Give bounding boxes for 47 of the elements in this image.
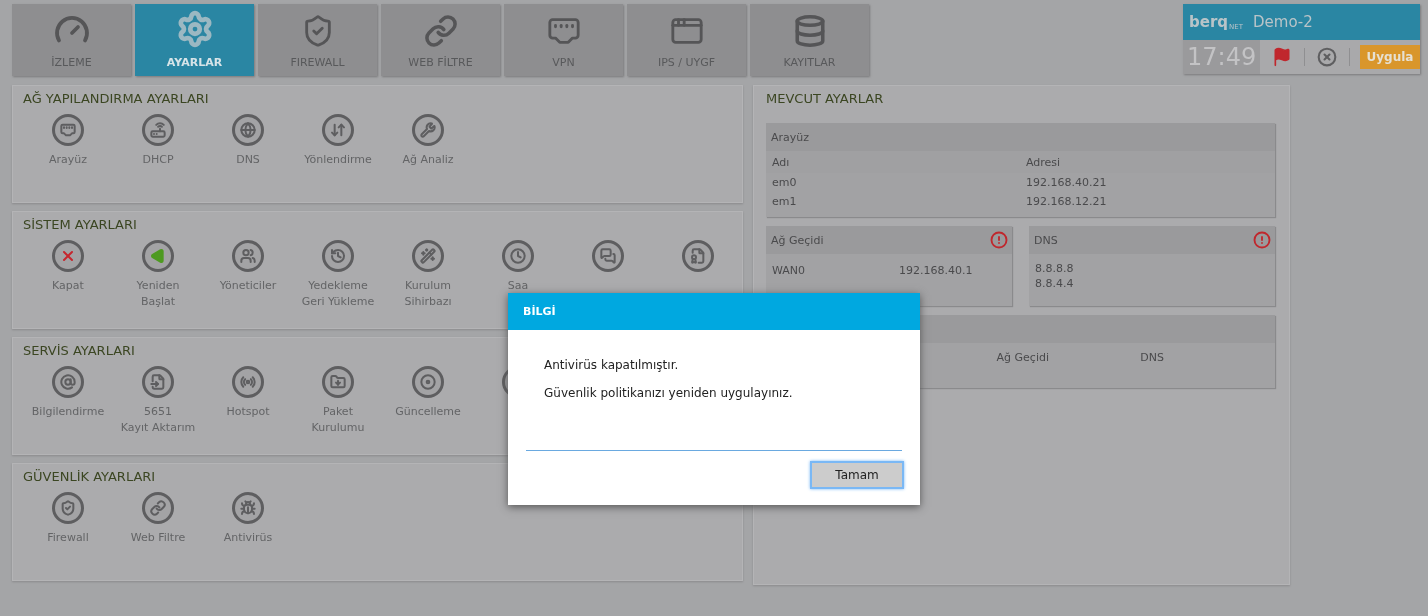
column-header: DNS [1140, 351, 1164, 364]
setting-label[interactable]: Bilgilendirme [31, 404, 105, 420]
table-cell-text: em0 [772, 176, 798, 189]
column-header: Ağ Geçidi [996, 351, 1049, 364]
column-header: Adresi [1026, 155, 1062, 169]
section-title: SERVİS AYARLARI [23, 343, 136, 358]
setting-label[interactable]: Kurulum Sihirbazı [404, 278, 452, 310]
ok-button[interactable]: Tamam [810, 461, 904, 489]
setting-label[interactable]: Yöneticiler [219, 278, 277, 294]
setting-label[interactable]: Web Filtre [130, 530, 186, 546]
table-cell-text: 192.168.40.21 [1026, 176, 1108, 189]
apply-button[interactable]: Uygula [1359, 45, 1420, 69]
setting-label[interactable]: Yeniden Başlat [136, 278, 180, 310]
nav-tab[interactable]: AYARLAR [135, 4, 254, 76]
section-title: GÜVENLİK AYARLARI [23, 469, 157, 484]
table-cell-text: WAN0 [772, 264, 807, 279]
device-name: Demo-2 [1253, 13, 1313, 31]
box-title: Arayüz [771, 130, 810, 144]
setting-label[interactable]: DHCP [142, 152, 174, 168]
setting-label[interactable]: Hotspot [226, 404, 270, 420]
table-cell-text: 8.8.8.8 [1035, 262, 1075, 275]
dialog-title: BİLGİ [508, 293, 920, 330]
setting-label[interactable]: Ağ Analiz [402, 152, 454, 168]
setting-label[interactable]: Yedekleme Geri Yükleme [301, 278, 375, 310]
setting-label[interactable]: Saa [507, 278, 529, 294]
box-title: Ağ Geçidi [771, 233, 824, 247]
setting-label[interactable]: Arayüz [48, 152, 87, 168]
table-cell-text: 8.8.4.4 [1035, 277, 1075, 290]
table-cell-text: 192.168.12.21 [1026, 195, 1108, 208]
setting-label[interactable]: Güncelleme [395, 404, 461, 420]
box-title: DNS [1034, 233, 1058, 247]
setting-label[interactable]: Yönlendirme [304, 152, 372, 168]
setting-label[interactable]: Firewall [47, 530, 89, 546]
setting-label[interactable]: 5651 Kayıt Aktarım [120, 404, 196, 436]
column-header: Adı [772, 155, 791, 169]
setting-label[interactable]: Antivirüs [223, 530, 273, 546]
dialog-message: Antivirüs kapatılmıştır. [544, 358, 680, 372]
dialog-message: Güvenlik politikanızı yeniden uygulayınız. [544, 386, 794, 400]
section-title: MEVCUT AYARLAR [766, 91, 885, 106]
setting-label[interactable]: DNS [236, 152, 260, 168]
setting-label[interactable]: Kapat [52, 278, 84, 294]
section-title: SİSTEM AYARLARI [23, 217, 138, 232]
setting-label[interactable]: Paket Kurulumu [311, 404, 365, 436]
table-cell-text: 192.168.40.1 [899, 264, 974, 279]
logo-text: berq [1189, 13, 1229, 31]
table-cell-text: em1 [772, 195, 798, 208]
section-title: AĞ YAPILANDIRMA AYARLARI [23, 91, 210, 106]
